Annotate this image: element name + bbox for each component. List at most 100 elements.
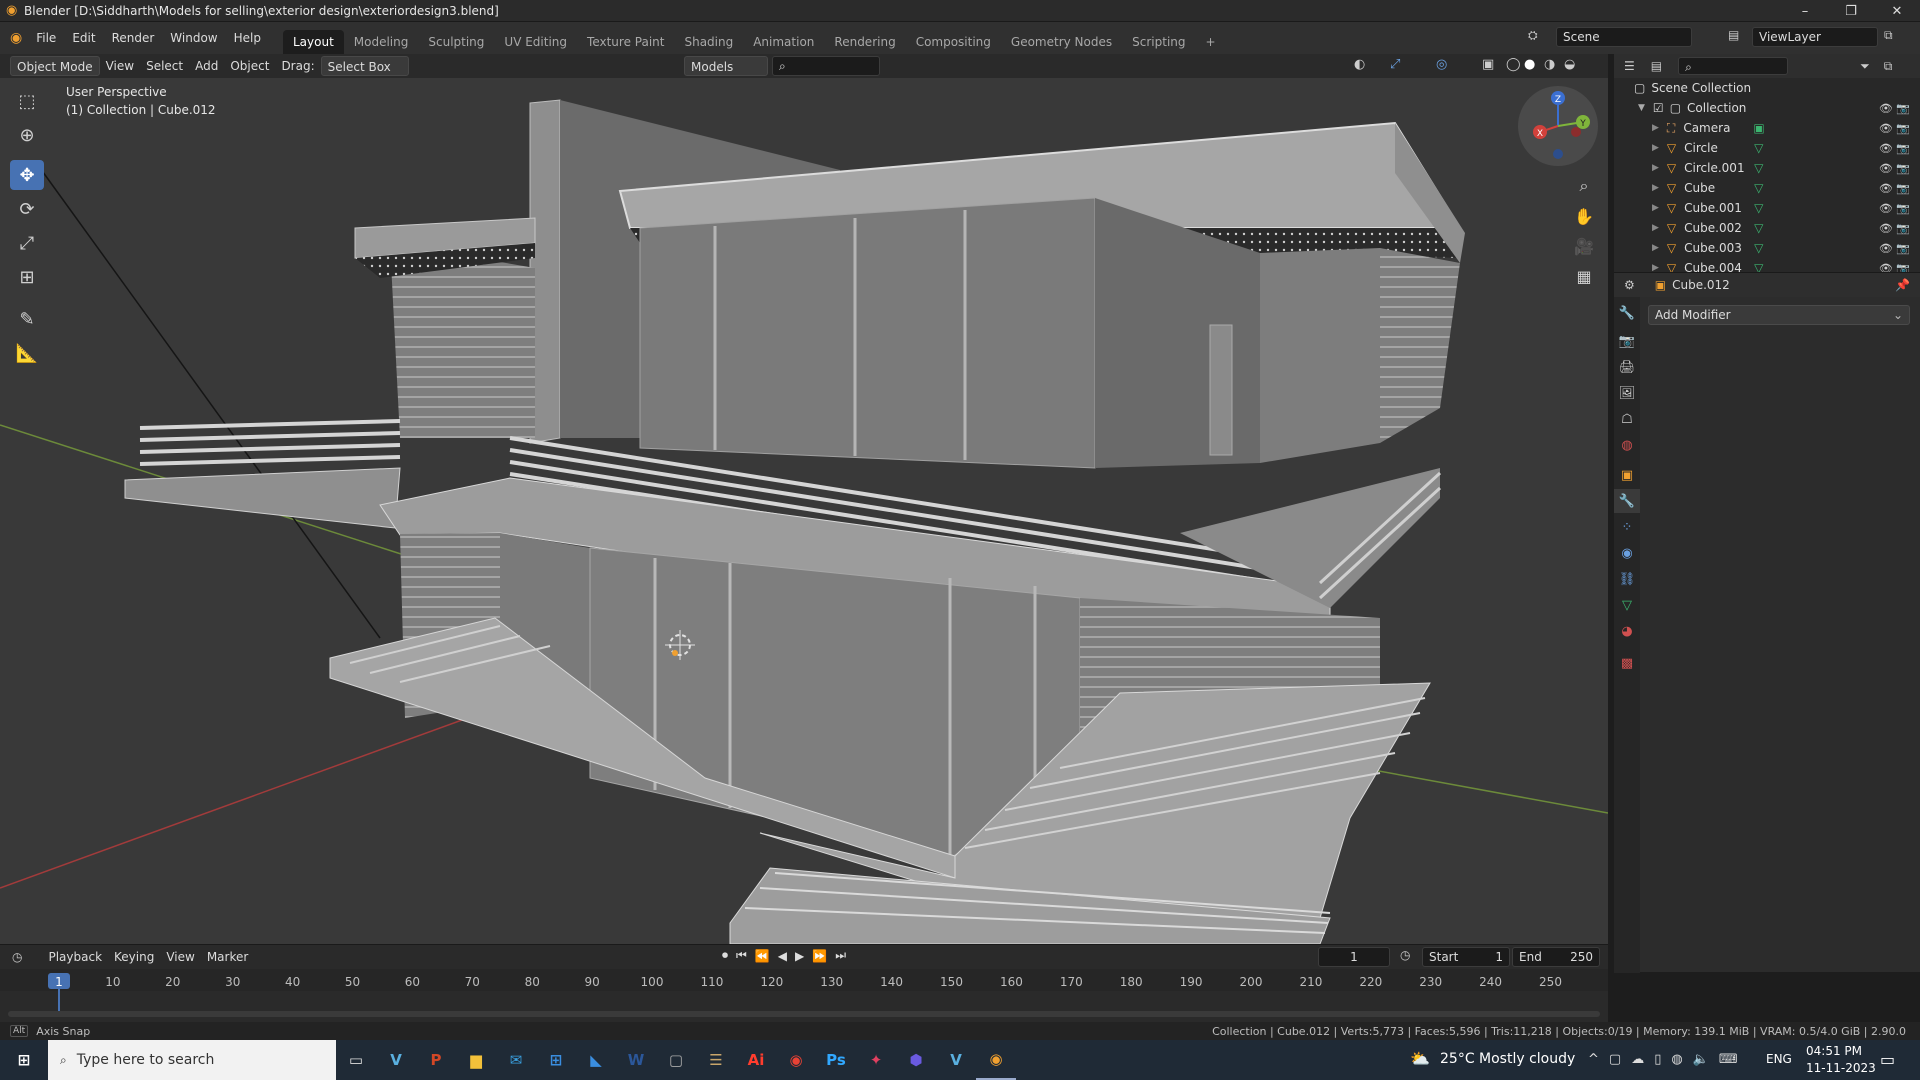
visibility-render-toggles[interactable]: 👁 📷 (1879, 182, 1910, 195)
world-tab-icon[interactable]: ◍ (1614, 433, 1640, 457)
weather-text[interactable]: 25°C Mostly cloudy (1440, 1051, 1575, 1067)
scene-selector[interactable]: Scene (1556, 27, 1692, 47)
visibility-render-toggles[interactable]: 👁 📷 (1879, 202, 1910, 215)
properties-editor-icon[interactable]: ⚙ (1624, 278, 1635, 292)
powerpoint-icon[interactable]: P (416, 1040, 456, 1080)
select-box-tool[interactable]: ⬚ (10, 86, 44, 116)
mode-dropdown[interactable]: Object Mode (10, 56, 100, 76)
mesh-data-icon[interactable]: ▽ (1754, 141, 1763, 155)
material-shading-icon[interactable]: ◑ (1544, 57, 1555, 72)
texture-tab-icon[interactable]: ▩ (1614, 651, 1640, 675)
clock-date[interactable]: 11-11-2023 (1806, 1061, 1876, 1075)
visibility-render-toggles[interactable]: 👁 📷 (1879, 142, 1910, 155)
visibility-render-toggles[interactable]: 👁 📷 (1879, 222, 1910, 235)
app-window-icon[interactable]: ▢ (656, 1040, 696, 1080)
display-mode-icon[interactable]: ▤ (1651, 59, 1662, 73)
select-menu[interactable]: Select (140, 56, 189, 76)
visibility-icon[interactable]: ◐ (1354, 57, 1365, 72)
clock-time[interactable]: 04:51 PM (1806, 1044, 1862, 1058)
rotate-tool[interactable]: ⟳ (10, 194, 44, 224)
windows-start-icon[interactable]: ⊞ (0, 1040, 48, 1080)
visibility-render-toggles[interactable]: 👁 📷 (1879, 242, 1910, 255)
scale-tool[interactable]: ⤢ (10, 228, 44, 258)
new-viewlayer-icon[interactable]: ⧉ (1884, 28, 1893, 43)
move-tool[interactable]: ✥ (10, 160, 44, 190)
network-icon[interactable]: ◍ (1671, 1052, 1682, 1067)
navigation-gizmo[interactable]: Z X Y (1518, 86, 1598, 166)
expand-chevron-icon[interactable]: ▶ (1652, 183, 1659, 193)
output-tab-icon[interactable]: 🖨 (1614, 355, 1640, 379)
add-workspace-button[interactable]: + (1196, 30, 1226, 54)
menu-help[interactable]: Help (226, 26, 269, 50)
new-collection-icon[interactable]: ⧉ (1884, 59, 1893, 74)
mesh-data-icon[interactable]: ▽ (1754, 201, 1763, 215)
illustrator-icon[interactable]: Ai (736, 1040, 776, 1080)
filter-icon[interactable]: ⏷ (1860, 59, 1870, 74)
visibility-render-toggles[interactable]: 👁 📷 (1879, 162, 1910, 175)
word-icon[interactable]: W (616, 1040, 656, 1080)
checkbox-icon[interactable]: ☑ (1653, 101, 1664, 115)
minimize-button[interactable]: – (1782, 0, 1828, 22)
expand-chevron-icon[interactable]: ▶ (1652, 143, 1659, 153)
outliner-search-input[interactable]: ⌕ (1678, 57, 1789, 75)
tab-compositing[interactable]: Compositing (906, 30, 1001, 54)
outliner-item[interactable]: ▶ ▽ Cube.003 ▽ 👁 📷 (1614, 238, 1920, 258)
tab-uv-editing[interactable]: UV Editing (494, 30, 577, 54)
mesh-data-icon[interactable]: ▽ (1754, 181, 1763, 195)
app-icon[interactable]: ◣ (576, 1040, 616, 1080)
tab-sculpting[interactable]: Sculpting (418, 30, 494, 54)
chrome-icon[interactable]: ◉ (776, 1040, 816, 1080)
data-tab-icon[interactable]: ▽ (1614, 593, 1640, 617)
notification-icon[interactable]: ▭ (1880, 1050, 1895, 1069)
volume-icon[interactable]: 🔈 (1693, 1052, 1709, 1067)
3d-viewport[interactable]: User Perspective (1) Collection | Cube.0… (0, 78, 1608, 944)
particles-tab-icon[interactable]: ⁘ (1614, 515, 1640, 539)
tab-scripting[interactable]: Scripting (1122, 30, 1195, 54)
keyboard-icon[interactable]: ⌨ (1719, 1052, 1738, 1067)
viewlayer-tab-icon[interactable]: 🖼 (1614, 381, 1640, 405)
tray-chevron-icon[interactable]: ^ (1588, 1052, 1599, 1067)
expand-chevron-icon[interactable]: ▶ (1652, 223, 1659, 233)
mesh-data-icon[interactable]: ▽ (1754, 221, 1763, 235)
outliner-item[interactable]: ▶ ▽ Circle ▽ 👁 📷 (1614, 138, 1920, 158)
pin-icon[interactable]: 📌 (1895, 278, 1910, 292)
tray-cloud-icon[interactable]: ☁ (1631, 1052, 1644, 1067)
mesh-data-icon[interactable]: ▽ (1754, 161, 1763, 175)
outliner-item[interactable]: ▶ ▽ Cube.002 ▽ 👁 📷 (1614, 218, 1920, 238)
menu-render[interactable]: Render (104, 26, 163, 50)
add-menu[interactable]: Add (189, 56, 224, 76)
app-figure-icon[interactable]: ✦ (856, 1040, 896, 1080)
viewport-search-input[interactable]: ⌕ (772, 56, 880, 76)
expand-chevron-icon[interactable]: ▶ (1652, 203, 1659, 213)
mesh-data-icon[interactable]: ▽ (1754, 241, 1763, 255)
blender-menu-icon[interactable]: ◉ (10, 30, 22, 46)
tray-app-icon[interactable]: ▢ (1609, 1052, 1621, 1067)
visibility-render-toggles[interactable]: 👁 📷 (1879, 102, 1910, 115)
ortho-grid-icon[interactable]: ▦ (1570, 262, 1598, 290)
expand-chevron-icon[interactable]: ▼ (1638, 103, 1645, 113)
tab-shading[interactable]: Shading (674, 30, 743, 54)
expand-chevron-icon[interactable]: ▶ (1652, 243, 1659, 253)
pan-hand-icon[interactable]: ✋ (1570, 202, 1598, 230)
physics-tab-icon[interactable]: ◉ (1614, 541, 1640, 565)
outliner-scene-collection[interactable]: ▢ Scene Collection (1614, 78, 1920, 98)
object-menu[interactable]: Object (224, 56, 275, 76)
orientation-dropdown[interactable]: Models (684, 56, 768, 76)
outliner-collection[interactable]: ▼ ☑ ▢ Collection 👁 📷 (1614, 98, 1920, 118)
scene-tab-icon[interactable]: ☖ (1614, 407, 1640, 431)
photoshop-icon[interactable]: Ps (816, 1040, 856, 1080)
zoom-icon[interactable]: ⌕ (1570, 172, 1598, 200)
material-tab-icon[interactable]: ◕ (1614, 619, 1640, 643)
vectornator-icon[interactable]: V (376, 1040, 416, 1080)
menu-file[interactable]: File (28, 26, 64, 50)
close-button[interactable]: ✕ (1874, 0, 1920, 22)
tab-modeling[interactable]: Modeling (344, 30, 419, 54)
task-view-icon[interactable]: ▭ (336, 1040, 376, 1080)
solid-shading-icon[interactable]: ● (1524, 57, 1535, 72)
file-explorer-icon[interactable]: ▆ (456, 1040, 496, 1080)
xray-icon[interactable]: ▣ (1482, 57, 1494, 72)
drag-dropdown[interactable]: Select Box (320, 56, 409, 76)
expand-chevron-icon[interactable]: ▶ (1652, 163, 1659, 173)
outliner-item[interactable]: ▶ ▽ Cube.001 ▽ 👁 📷 (1614, 198, 1920, 218)
overlay-toggle-icon[interactable]: ◎ (1436, 57, 1447, 72)
